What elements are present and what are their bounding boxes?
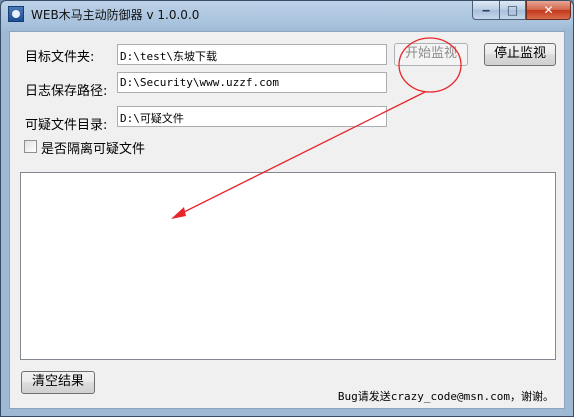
suspicious-dir-label: 可疑文件目录: <box>25 118 108 133</box>
target-folder-field[interactable]: D:\test\东坡下载 <box>117 44 387 65</box>
isolate-checkbox[interactable] <box>24 140 37 153</box>
window-title: WEB木马主动防御器 v 1.0.0.0 <box>31 8 200 22</box>
suspicious-dir-field[interactable]: D:\可疑文件 <box>117 106 387 127</box>
app-window: WEB木马主动防御器 v 1.0.0.0 ‒ □ ✕ 目标文件夹: D:\tes… <box>0 0 574 417</box>
maximize-button[interactable]: □ <box>499 1 526 20</box>
minimize-button[interactable]: ‒ <box>472 1 499 20</box>
results-textarea[interactable] <box>20 172 556 360</box>
clear-results-button[interactable]: 清空结果 <box>21 371 95 394</box>
start-monitor-button[interactable]: 开始监视 <box>394 43 468 66</box>
target-folder-label: 目标文件夹: <box>25 50 95 65</box>
log-path-field[interactable]: D:\Security\www.uzzf.com <box>117 72 387 93</box>
window-controls: ‒ □ ✕ <box>472 1 571 21</box>
isolate-checkbox-label[interactable]: 是否隔离可疑文件 <box>41 138 145 157</box>
close-button[interactable]: ✕ <box>526 1 571 20</box>
app-logo-icon <box>8 6 24 22</box>
contact-text: Bug请发送crazy_code@msn.com，谢谢。 <box>337 390 554 403</box>
log-path-label: 日志保存路径: <box>25 84 108 99</box>
title-bar[interactable]: WEB木马主动防御器 v 1.0.0.0 ‒ □ ✕ <box>1 1 573 29</box>
stop-monitor-button[interactable]: 停止监视 <box>484 43 556 66</box>
client-area: 目标文件夹: D:\test\东坡下载 开始监视 停止监视 日志保存路径: D:… <box>9 31 565 409</box>
